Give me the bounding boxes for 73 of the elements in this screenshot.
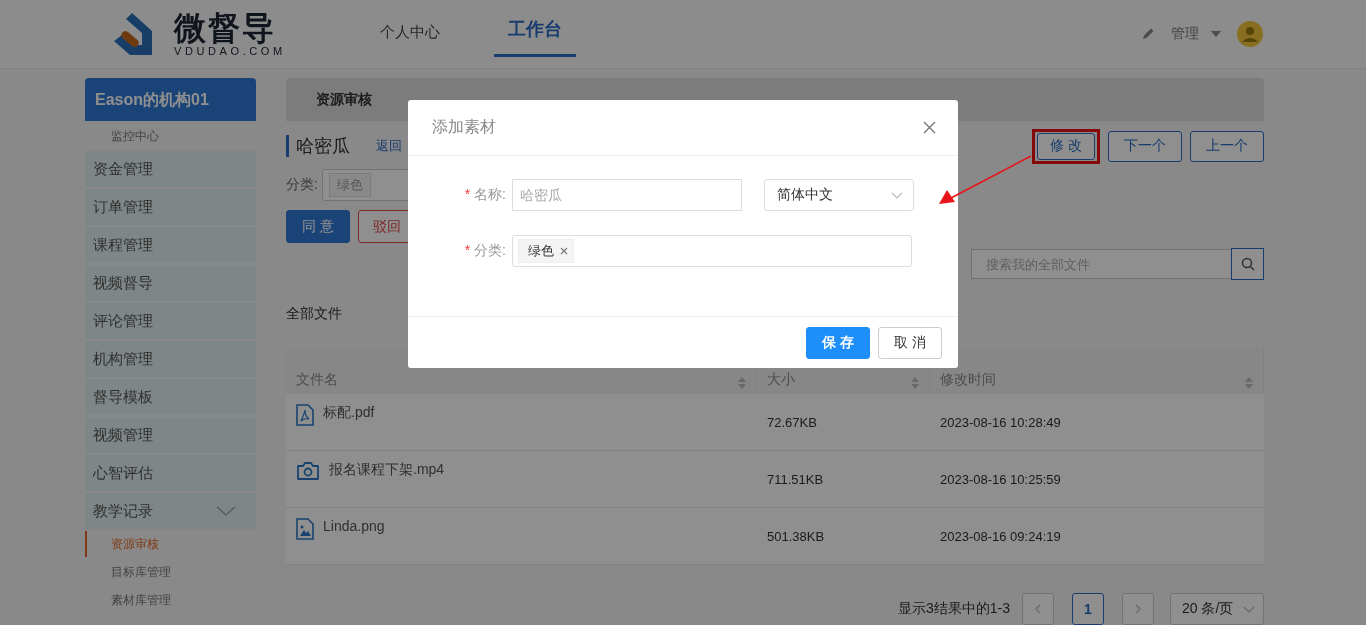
column-header[interactable]: 文件名	[296, 371, 338, 389]
caret-icon	[1211, 31, 1221, 37]
close-icon	[560, 247, 568, 255]
nav-button[interactable]: 上一个	[1190, 130, 1264, 162]
sidebar-item[interactable]: 订单管理	[85, 189, 256, 225]
sidebar-item[interactable]: 心智评估	[85, 455, 256, 491]
column-header[interactable]: 大小	[767, 371, 795, 389]
avatar	[1237, 21, 1263, 47]
file-name[interactable]: 报名课程下架.mp4	[329, 461, 445, 479]
sidebar-item[interactable]: 机构管理	[85, 341, 256, 377]
sidebar-subitem[interactable]: 素材库管理	[85, 587, 256, 613]
field-label: * 分类:	[463, 242, 507, 260]
dialog-title: 添加素材	[432, 117, 496, 137]
column-header[interactable]: 修改时间	[940, 371, 996, 389]
table-cell: 2023-08-16 10:28:49	[940, 414, 1061, 430]
table-cell: 711.51KB	[767, 471, 824, 487]
page-title: 哈密瓜	[286, 135, 350, 157]
sidebar-item[interactable]: 教学记录	[85, 493, 256, 529]
nav-tab[interactable]: 个人中心	[377, 0, 442, 68]
sidebar-item[interactable]: 评论管理	[85, 303, 256, 339]
save-button[interactable]: 保 存	[806, 326, 870, 359]
pagination-summary: 显示3结果中的1-3	[897, 600, 1010, 618]
pdf-file-icon	[296, 404, 314, 426]
user-menu[interactable]: 管理	[1171, 25, 1221, 43]
table-cell: 2023-08-16 10:25:59	[940, 471, 1061, 487]
table-cell: 72.67KB	[767, 414, 817, 430]
name-field[interactable]: 哈密瓜	[512, 179, 742, 211]
section-title: 全部文件	[286, 305, 343, 323]
table-cell: 501.38KB	[767, 528, 825, 544]
back-link[interactable]: 返回	[376, 137, 402, 155]
required-mark: *	[464, 186, 471, 202]
sort-icon	[738, 377, 746, 389]
tag: 绿色	[518, 239, 574, 263]
table-cell: 2023-08-16 09:24:19	[940, 528, 1061, 544]
org-title: Eason的机构01	[85, 78, 256, 121]
close-button[interactable]	[923, 121, 936, 134]
sidebar-item[interactable]: 视频督导	[85, 265, 256, 301]
sort-icon	[911, 377, 919, 389]
file-name[interactable]: Linda.png	[323, 518, 385, 534]
sidebar-subitem[interactable]: 资源审核	[85, 531, 256, 557]
tag-field[interactable]: 绿色	[512, 235, 912, 267]
field-label: * 名称:	[463, 186, 507, 204]
required-mark: *	[464, 242, 471, 258]
chevron-down-icon	[891, 191, 903, 199]
field-label: 分类:	[286, 176, 318, 194]
chevron-right-icon	[1135, 604, 1141, 614]
cancel-button[interactable]: 取 消	[878, 326, 942, 359]
sidebar-item[interactable]: 资金管理	[85, 151, 256, 187]
page-size-select[interactable]: 20 条/页	[1170, 593, 1264, 625]
chevron-down-icon	[1243, 605, 1255, 613]
sidebar-item[interactable]: 视频管理	[85, 417, 256, 453]
close-icon	[923, 121, 936, 134]
file-name[interactable]: 标配.pdf	[323, 404, 375, 422]
camera-icon	[296, 461, 320, 481]
image-file-icon	[296, 518, 314, 540]
tab[interactable]: 资源审核	[316, 90, 372, 109]
sort-icon	[1245, 377, 1253, 389]
approve-button[interactable]: 同 意	[286, 210, 350, 243]
sidebar-item[interactable]: 课程管理	[85, 227, 256, 263]
pencil-icon	[1141, 27, 1155, 41]
search-icon	[1240, 257, 1255, 271]
nav-tab[interactable]: 工作台	[493, 4, 576, 57]
logo-subtext: VDUDAO.COM	[174, 45, 286, 57]
sidebar-subitem[interactable]: 监控中心	[85, 123, 256, 149]
search-button[interactable]	[1231, 248, 1264, 280]
logo-text: 微督导	[174, 11, 277, 45]
language-select[interactable]: 简体中文	[764, 179, 914, 211]
sidebar-item[interactable]: 督导模板	[85, 379, 256, 415]
chevron-left-icon	[1035, 604, 1041, 614]
page-button[interactable]: 1	[1072, 593, 1104, 625]
nav-button[interactable]: 修 改	[1037, 132, 1095, 160]
nav-button[interactable]: 下一个	[1108, 130, 1182, 162]
sidebar-subitem[interactable]: 目标库管理	[85, 559, 256, 585]
